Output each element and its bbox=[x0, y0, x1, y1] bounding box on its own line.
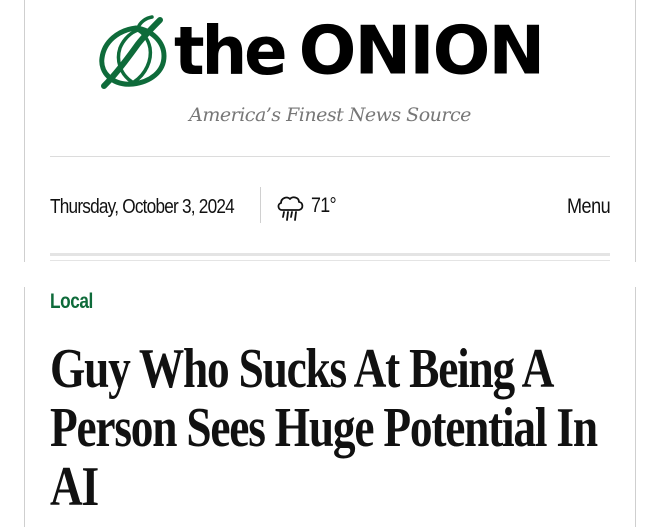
temperature: 71° bbox=[311, 194, 337, 217]
article-headline: Guy Who Sucks At Being A Person Sees Hug… bbox=[50, 338, 598, 518]
onion-logo-link[interactable]: the ONION bbox=[98, 14, 562, 90]
current-date: Thursday, October 3, 2024 bbox=[50, 196, 235, 218]
logo-word-onion: ONION bbox=[298, 12, 546, 91]
header-bottom-rule-thin bbox=[50, 260, 610, 261]
header-bottom-rule bbox=[50, 253, 610, 256]
logo-word-the: the bbox=[174, 13, 288, 91]
rain-cloud-icon bbox=[277, 196, 304, 221]
menu-button[interactable]: Menu bbox=[567, 195, 611, 219]
date-weather-divider bbox=[260, 187, 261, 223]
onion-icon bbox=[99, 15, 167, 89]
site-tagline: America’s Finest News Source bbox=[189, 104, 471, 126]
section-link-local[interactable]: Local bbox=[50, 290, 93, 314]
masthead-divider bbox=[50, 156, 610, 157]
